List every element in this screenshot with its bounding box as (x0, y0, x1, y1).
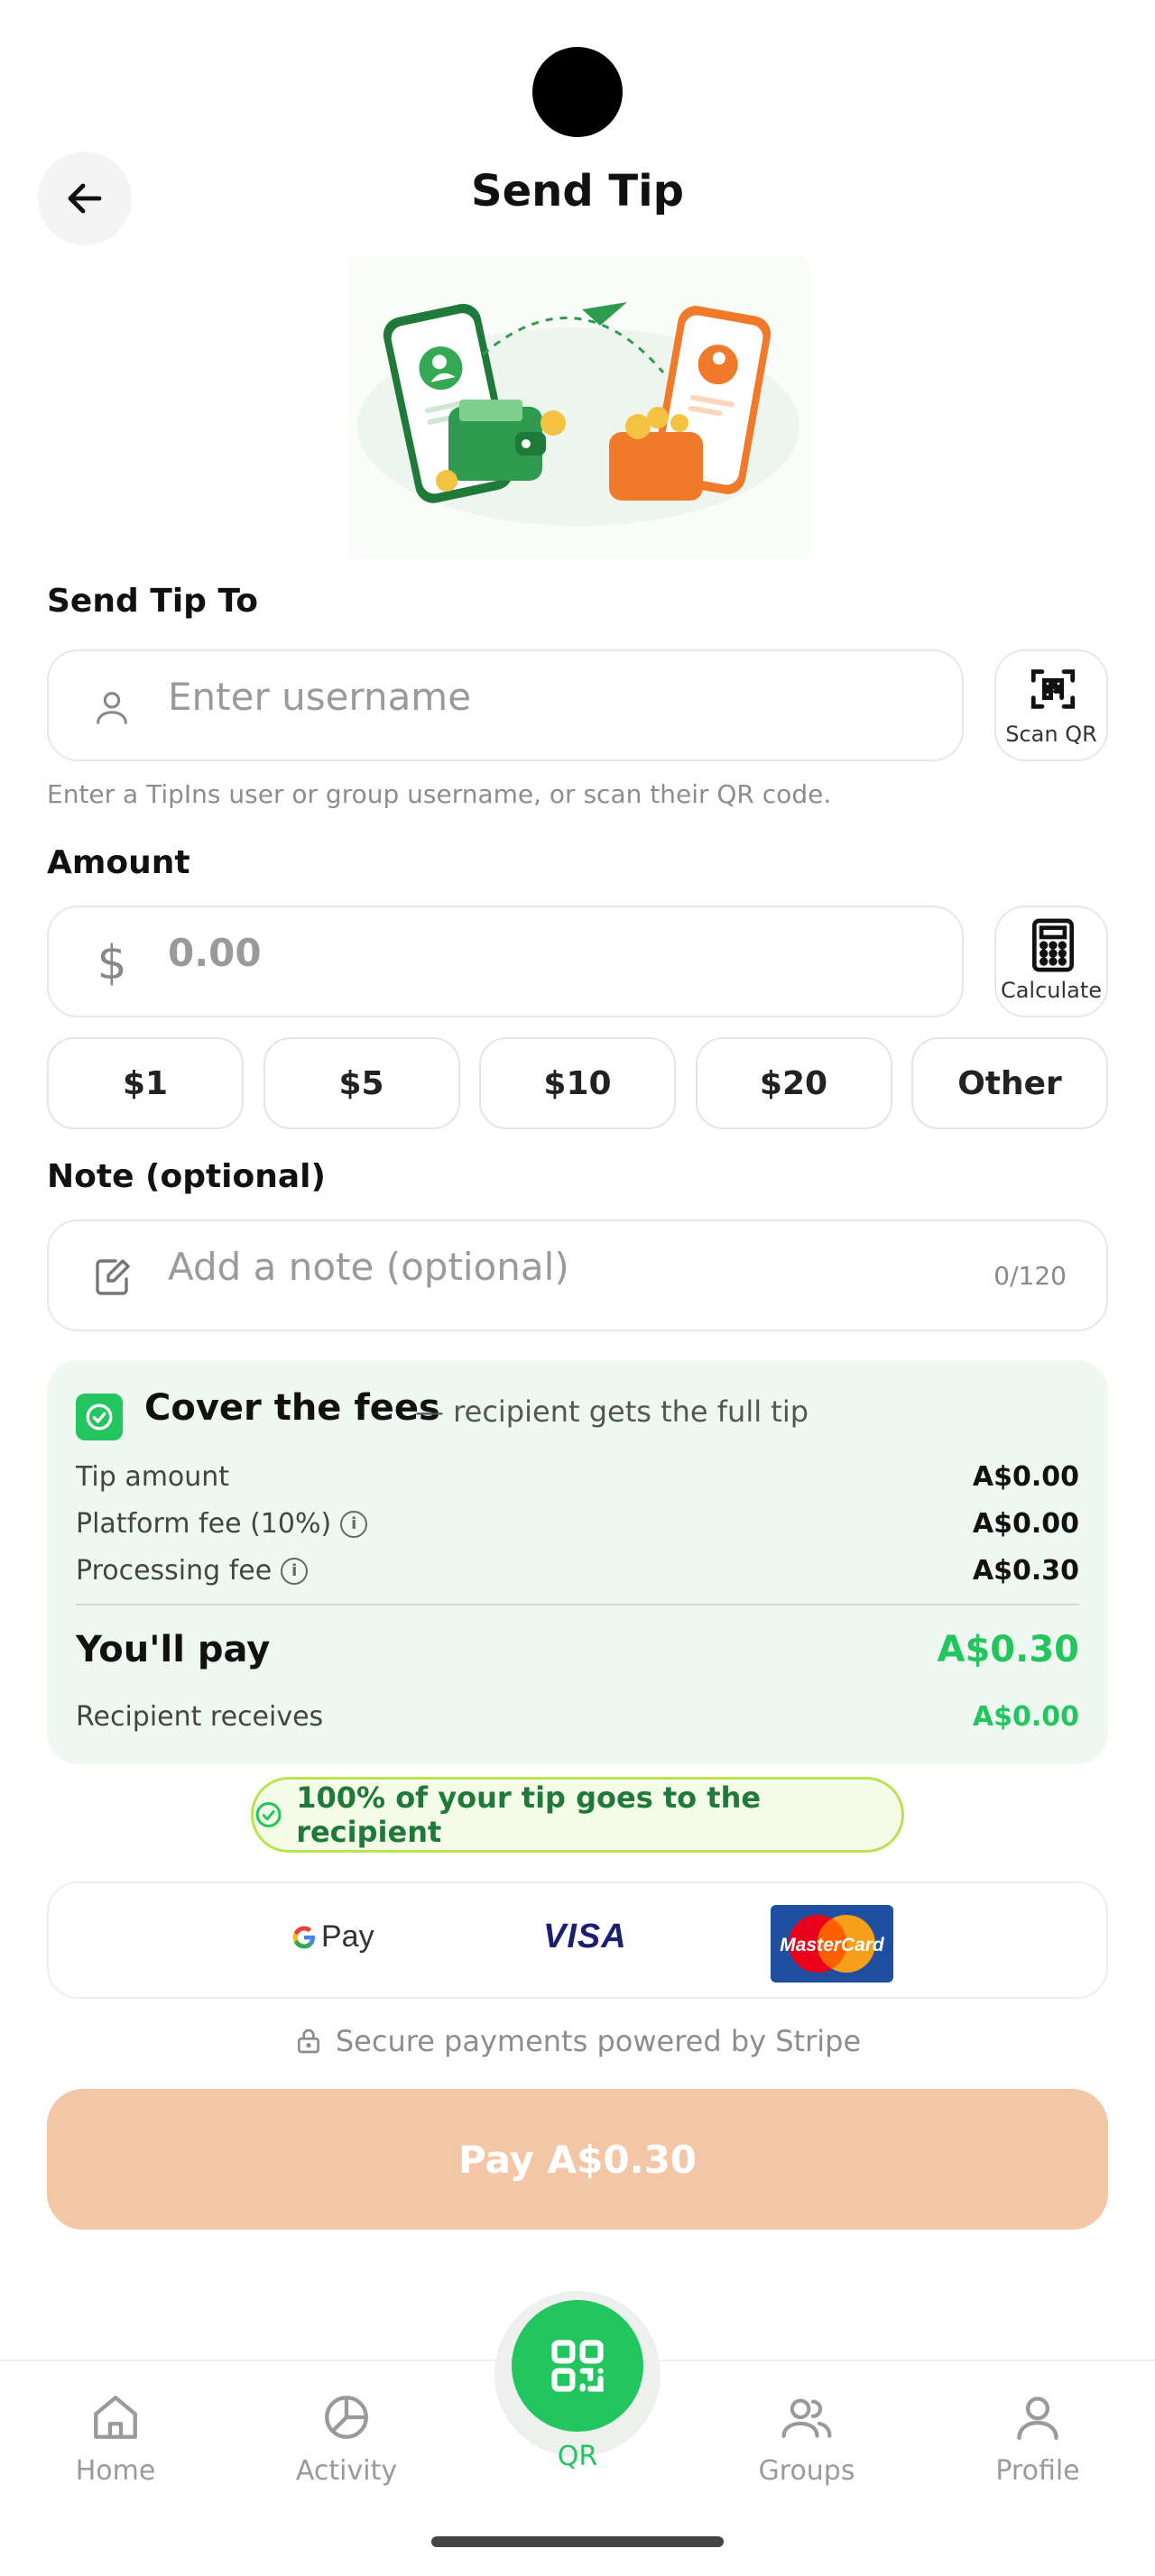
scan-qr-icon (1026, 660, 1080, 718)
cover-fees-subtitle: — recipient gets the full tip (415, 1394, 809, 1429)
preset-20-button[interactable]: $20 (695, 1037, 892, 1129)
fee-row-value: A$0.00 (972, 1508, 1079, 1540)
receives-label: Recipient receives (76, 1701, 324, 1733)
info-icon[interactable]: i (281, 1557, 309, 1585)
calculate-button[interactable]: Calculate (994, 906, 1108, 1017)
fees-summary-card: Cover the fees — recipient gets the full… (47, 1360, 1108, 1764)
total-value: A$0.30 (937, 1629, 1079, 1670)
preset-10-button[interactable]: $10 (479, 1037, 676, 1129)
pay-button[interactable]: Pay A$0.30 (47, 2089, 1108, 2230)
cover-fees-title: Cover the fees (144, 1387, 440, 1429)
hero-illustration (347, 255, 809, 562)
preset-5-button[interactable]: $5 (263, 1037, 460, 1129)
recipient-helper-text: Enter a TipIns user or group username, o… (47, 779, 832, 809)
fee-row-label: Processing fee (76, 1555, 273, 1587)
nav-profile[interactable]: Profile (947, 2388, 1128, 2506)
nav-profile-label: Profile (995, 2455, 1080, 2487)
amount-presets: $1 $5 $10 $20 Other (47, 1037, 1108, 1129)
home-icon (87, 2388, 144, 2446)
receives-row: Recipient receives A$0.00 (76, 1701, 1079, 1741)
calculator-icon (1026, 916, 1080, 974)
note-placeholder: Add a note (optional) (168, 1245, 569, 1289)
pie-chart-icon (318, 2388, 375, 2446)
camera-cutout (532, 47, 623, 137)
google-pay-logo: Pay (291, 1919, 374, 1955)
nav-activity[interactable]: Activity (256, 2388, 437, 2506)
recipient-label: Send Tip To (47, 583, 258, 620)
note-label: Note (optional) (47, 1158, 326, 1195)
user-icon (88, 684, 135, 731)
nav-qr-button[interactable] (512, 2300, 643, 2432)
fee-row-processing: Processing fee i A$0.30 (76, 1555, 1079, 1595)
scan-qr-label: Scan QR (1005, 722, 1097, 747)
calculate-label: Calculate (1000, 978, 1103, 1003)
fee-row-label: Tip amount (76, 1461, 230, 1493)
nav-home-label: Home (75, 2455, 156, 2487)
home-indicator (431, 2536, 724, 2547)
secure-payments-note: Secure payments powered by Stripe (0, 2024, 1155, 2058)
check-circle-icon (86, 1403, 113, 1431)
cover-fees-checkbox[interactable] (76, 1394, 123, 1440)
nav-qr-label: QR (557, 2441, 598, 2472)
preset-other-button[interactable]: Other (911, 1037, 1108, 1129)
mastercard-label: MasterCard (780, 1935, 885, 1955)
google-pay-label: Pay (321, 1919, 374, 1954)
lock-icon (297, 2029, 319, 2054)
secure-text: Secure payments powered by Stripe (335, 2024, 862, 2058)
fee-row-value: A$0.30 (972, 1555, 1079, 1587)
total-label: You'll pay (76, 1629, 271, 1670)
note-input[interactable]: Add a note (optional) 0/120 (47, 1219, 1108, 1331)
payment-methods: Pay VISA MasterCard (47, 1881, 1108, 1999)
amount-placeholder: 0.00 (168, 931, 262, 975)
page-title: Send Tip (471, 166, 684, 216)
receives-value: A$0.00 (972, 1701, 1079, 1733)
mastercard-logo: MasterCard (771, 1905, 893, 1983)
edit-note-icon (88, 1254, 135, 1301)
info-icon[interactable]: i (340, 1510, 368, 1538)
preset-1-button[interactable]: $1 (47, 1037, 244, 1129)
nav-home[interactable]: Home (25, 2388, 206, 2506)
profile-icon (1009, 2388, 1067, 2446)
fee-row-platform: Platform fee (10%) i A$0.00 (76, 1508, 1079, 1548)
nav-groups[interactable]: Groups (716, 2388, 897, 2506)
groups-icon (778, 2388, 836, 2446)
badge-text: 100% of your tip goes to the recipient (296, 1780, 762, 1849)
qr-code-icon (551, 2340, 604, 2392)
nav-activity-label: Activity (295, 2455, 398, 2487)
username-placeholder: Enter username (168, 675, 472, 719)
amount-label: Amount (47, 844, 190, 881)
fee-row-label: Platform fee (10%) (76, 1508, 332, 1540)
fees-divider (76, 1604, 1079, 1605)
nav-groups-label: Groups (758, 2455, 855, 2487)
google-g-icon (292, 1925, 315, 1948)
amount-input[interactable]: $ 0.00 (47, 906, 964, 1017)
full-tip-badge: 100% of your tip goes to the recipient (251, 1777, 904, 1853)
visa-logo: VISA (543, 1918, 627, 1955)
fee-row-value: A$0.00 (972, 1461, 1079, 1493)
total-row: You'll pay A$0.30 (76, 1629, 1079, 1679)
note-char-counter: 0/120 (993, 1261, 1067, 1291)
check-circle-icon (255, 1802, 282, 1827)
scan-qr-button[interactable]: Scan QR (994, 649, 1108, 761)
dollar-icon: $ (97, 936, 127, 990)
username-input[interactable]: Enter username (47, 649, 964, 761)
fee-row-tip: Tip amount A$0.00 (76, 1461, 1079, 1501)
